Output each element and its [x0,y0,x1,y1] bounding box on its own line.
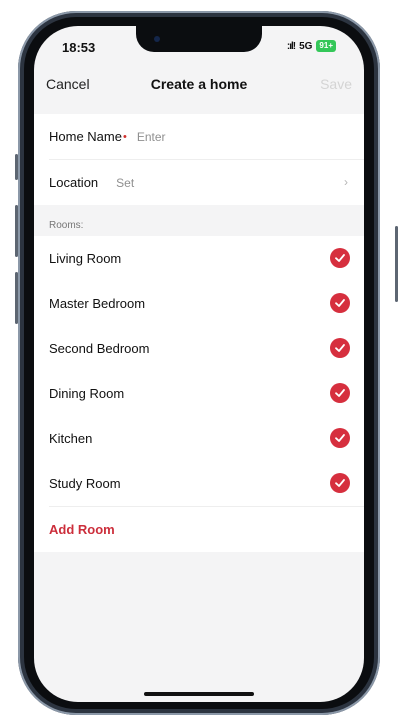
checkmark-icon[interactable] [330,473,350,493]
room-item-master-bedroom[interactable]: Master Bedroom [34,281,364,326]
status-indicators: :ıl! 5G 91+ [287,40,336,52]
page-title: Create a home [150,76,248,92]
required-marker: • [122,130,127,143]
room-item-study-room[interactable]: Study Room [34,461,364,506]
mute-switch [15,154,18,180]
checkmark-icon[interactable] [330,383,350,403]
room-label: Study Room [49,476,121,491]
save-button[interactable]: Save [320,76,352,92]
dynamic-notch [136,26,262,52]
location-value[interactable]: Set [116,176,134,190]
location-label: Location [49,175,99,190]
room-label: Master Bedroom [49,296,146,311]
battery-icon: 91+ [316,40,336,52]
signal-icon: :ıl! [286,40,296,52]
chevron-right-icon: › [344,175,348,189]
room-label: Dining Room [49,386,125,401]
add-room-label: Add Room [49,522,115,537]
navigation-bar: Cancel Create a home Save [34,66,364,102]
room-item-kitchen[interactable]: Kitchen [34,416,364,461]
rooms-section-label: Rooms: [49,220,84,231]
checkmark-icon[interactable] [330,428,350,448]
room-label: Living Room [49,251,122,266]
room-label: Kitchen [49,431,93,446]
status-time: 18:53 [62,40,96,55]
add-room-button[interactable]: Add Room [34,507,364,552]
network-label: 5G [299,40,313,52]
room-item-living-room[interactable]: Living Room [34,236,364,281]
home-name-input[interactable]: Enter [137,130,166,144]
home-info-card: Home Name • Enter Location Set › [34,114,364,205]
home-name-row[interactable]: Home Name • Enter [34,114,364,159]
camera-icon [154,36,160,42]
checkmark-icon[interactable] [330,293,350,313]
room-label: Second Bedroom [49,341,150,356]
checkmark-icon[interactable] [330,338,350,358]
home-indicator[interactable] [144,692,254,696]
room-item-dining-room[interactable]: Dining Room [34,371,364,416]
volume-down-button [15,272,18,324]
location-row[interactable]: Location Set › [34,160,364,205]
home-name-label: Home Name [49,129,122,144]
rooms-list: Living Room Master Bedroom Second Bedroo… [34,236,364,552]
room-item-second-bedroom[interactable]: Second Bedroom [34,326,364,371]
volume-up-button [15,205,18,257]
app-screen: 18:53 :ıl! 5G 91+ Cancel Create a home S… [34,26,364,702]
checkmark-icon[interactable] [330,248,350,268]
power-button [395,226,398,302]
